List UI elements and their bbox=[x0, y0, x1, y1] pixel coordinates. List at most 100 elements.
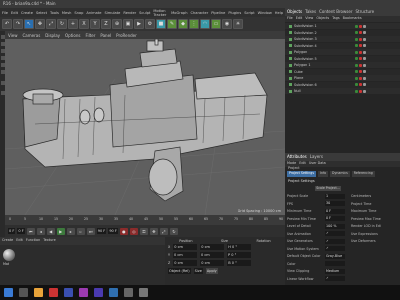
edges-mode-icon[interactable] bbox=[0, 63, 5, 67]
texture-mode-icon[interactable] bbox=[0, 42, 5, 46]
pen-spline-icon[interactable]: ✎ bbox=[167, 19, 177, 29]
keyframe-selection-icon[interactable]: ⚿ bbox=[139, 227, 148, 235]
property-value-field[interactable]: ✓ bbox=[325, 238, 345, 244]
light-icon[interactable]: ☀ bbox=[233, 19, 243, 29]
viewport-menu-display[interactable]: Display bbox=[45, 33, 60, 38]
visibility-dot-icon[interactable] bbox=[355, 76, 358, 80]
visibility-dot-icon[interactable] bbox=[355, 57, 358, 60]
search-icon[interactable] bbox=[19, 288, 28, 297]
menu-help[interactable]: Help bbox=[275, 11, 283, 15]
object-list-item[interactable]: Subdivision 5 bbox=[285, 55, 400, 62]
om-menu-file[interactable]: File bbox=[287, 16, 293, 22]
subdivision-icon[interactable]: ◆ bbox=[178, 19, 188, 29]
visibility-dot-icon[interactable] bbox=[355, 24, 358, 28]
viewport-menu-filter[interactable]: Filter bbox=[85, 33, 95, 38]
menu-tools[interactable]: Tools bbox=[50, 11, 59, 15]
prev-key-icon[interactable]: ◂ bbox=[36, 227, 45, 235]
coord-apply-button[interactable]: Apply bbox=[205, 268, 218, 274]
go-to-start-icon[interactable]: ⏮ bbox=[26, 227, 35, 235]
coord-rotation-field[interactable]: P 0 ° bbox=[227, 252, 252, 258]
visibility-dot-icon[interactable] bbox=[363, 44, 366, 47]
menu-script[interactable]: Script bbox=[244, 11, 254, 15]
axis-mode-icon[interactable] bbox=[0, 81, 5, 85]
record-icon[interactable]: ● bbox=[119, 227, 128, 235]
material-menu-edit[interactable]: Edit bbox=[16, 238, 23, 244]
object-list-item[interactable]: Subdivision 1 bbox=[285, 23, 400, 29]
material-name[interactable]: Mat bbox=[3, 262, 9, 266]
visibility-dot-icon[interactable] bbox=[363, 89, 366, 93]
menu-plugins[interactable]: Plugins bbox=[228, 11, 241, 15]
polygons-mode-icon[interactable] bbox=[0, 70, 5, 74]
render-settings-icon[interactable]: ⚙ bbox=[145, 19, 155, 29]
property-value-field[interactable]: Medium bbox=[325, 268, 345, 274]
coord-size-select[interactable]: Size bbox=[193, 268, 203, 274]
menu-window[interactable]: Window bbox=[258, 11, 272, 15]
visibility-dot-icon[interactable] bbox=[363, 50, 366, 54]
x-axis-icon[interactable]: X bbox=[79, 19, 89, 29]
coord-position-field[interactable]: 0 cm bbox=[173, 252, 198, 258]
visibility-dot-icon[interactable] bbox=[359, 89, 362, 93]
property-value-field[interactable]: ✓ bbox=[325, 231, 345, 236]
subtab-referencing[interactable]: Referencing bbox=[351, 171, 375, 177]
object-list-item[interactable]: Subdivision 2 bbox=[285, 29, 400, 36]
z-axis-icon[interactable]: Z bbox=[101, 19, 111, 29]
menu-edit[interactable]: Edit bbox=[11, 11, 18, 15]
viewport-menu-view[interactable]: View bbox=[8, 33, 18, 38]
after-effects-icon[interactable] bbox=[94, 288, 103, 297]
om-menu-objects[interactable]: Objects bbox=[316, 16, 329, 22]
y-axis-icon[interactable]: Y bbox=[90, 19, 100, 29]
viewport-menu-options[interactable]: Options bbox=[65, 33, 80, 38]
menu-select[interactable]: Select bbox=[36, 11, 47, 15]
visibility-dot-icon[interactable] bbox=[359, 63, 362, 67]
visibility-dot-icon[interactable] bbox=[355, 37, 358, 41]
object-list-item[interactable]: Subdivision 6 bbox=[285, 81, 400, 88]
tab-objects[interactable]: Objects bbox=[287, 9, 302, 15]
redo-icon[interactable]: ↷ bbox=[13, 19, 23, 29]
property-value-field[interactable]: ✓ bbox=[325, 246, 345, 251]
visibility-dot-icon[interactable] bbox=[363, 76, 366, 80]
coord-size-field[interactable]: 0 cm bbox=[200, 244, 225, 250]
play-icon[interactable]: ▶ bbox=[56, 227, 65, 235]
menu-character[interactable]: Character bbox=[190, 11, 208, 15]
file-explorer-icon[interactable] bbox=[34, 288, 43, 297]
attr-menu-edit[interactable]: Edit bbox=[299, 161, 306, 167]
visibility-dot-icon[interactable] bbox=[355, 89, 358, 93]
object-list-item[interactable]: Polygon bbox=[285, 49, 400, 55]
visibility-dot-icon[interactable] bbox=[359, 24, 362, 28]
end-frame-field[interactable]: 90 F bbox=[96, 228, 107, 234]
visibility-dot-icon[interactable] bbox=[359, 83, 362, 86]
tab-takes[interactable]: Takes bbox=[305, 9, 316, 15]
visibility-dot-icon[interactable] bbox=[355, 70, 358, 73]
photoshop-icon[interactable] bbox=[109, 288, 118, 297]
object-list-item[interactable]: Polygon 1 bbox=[285, 62, 400, 68]
property-value-field[interactable]: 0 F bbox=[325, 208, 345, 214]
menu-snap[interactable]: Snap bbox=[74, 11, 83, 15]
object-list-item[interactable]: Cube bbox=[285, 68, 400, 75]
model-mode-icon[interactable] bbox=[0, 35, 5, 39]
scale-key-icon[interactable]: ⤢ bbox=[159, 227, 168, 235]
tab-layers[interactable]: Layers bbox=[310, 154, 323, 160]
points-mode-icon[interactable] bbox=[0, 56, 5, 60]
premiere-icon[interactable] bbox=[79, 288, 88, 297]
current-frame-field[interactable]: 0 F bbox=[17, 228, 25, 234]
coord-rotation-field[interactable]: H 0 ° bbox=[227, 244, 252, 250]
object-list-item[interactable]: Plane bbox=[285, 75, 400, 81]
camera-icon[interactable]: ◉ bbox=[222, 19, 232, 29]
menu-create[interactable]: Create bbox=[21, 11, 33, 15]
move-icon[interactable]: ✥ bbox=[35, 19, 45, 29]
viewport-menu-panel[interactable]: Panel bbox=[100, 33, 111, 38]
position-key-icon[interactable]: ✥ bbox=[149, 227, 158, 235]
coord-size-field[interactable]: 0 cm bbox=[200, 260, 225, 266]
material-menu-texture[interactable]: Texture bbox=[43, 238, 55, 244]
object-list-item[interactable]: Subdivision 4 bbox=[285, 42, 400, 49]
subtab-dynamics[interactable]: Dynamics bbox=[330, 171, 350, 177]
preview-end-field[interactable]: 90 F bbox=[108, 228, 118, 234]
property-value-field[interactable]: 30 bbox=[325, 201, 345, 206]
menu-file[interactable]: File bbox=[2, 11, 8, 15]
property-value-field[interactable]: 100 % bbox=[325, 223, 345, 229]
property-value-field[interactable]: 0 F bbox=[325, 216, 345, 221]
visibility-dot-icon[interactable] bbox=[359, 50, 362, 54]
coord-position-field[interactable]: 0 cm bbox=[173, 260, 198, 266]
visibility-dot-icon[interactable] bbox=[355, 63, 358, 67]
rotation-key-icon[interactable]: ↻ bbox=[169, 227, 178, 235]
